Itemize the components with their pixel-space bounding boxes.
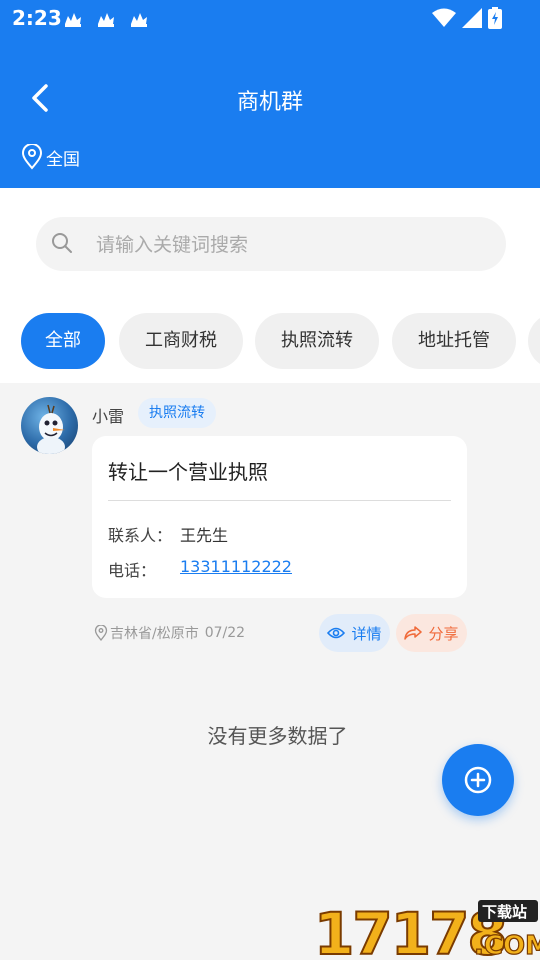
eye-icon — [327, 627, 346, 639]
post-date: 07/22 — [204, 625, 246, 641]
location-pin-icon — [21, 144, 43, 170]
location-selector[interactable]: 全国 — [20, 144, 80, 170]
watermark-sub: 下载站 — [482, 903, 527, 921]
avatar[interactable] — [21, 397, 78, 454]
search-icon — [52, 233, 72, 253]
tab-address-hosting[interactable]: 地址托管 — [392, 313, 516, 369]
post-category-badge: 执照流转 — [138, 398, 216, 428]
location-pin-icon — [94, 625, 108, 641]
tab-all[interactable]: 全部 — [21, 313, 105, 369]
notification-app-icon — [65, 13, 81, 27]
status-bar: 2:23 — [0, 0, 540, 38]
add-post-button[interactable] — [442, 744, 514, 816]
list-end-text: 没有更多数据了 — [207, 724, 348, 748]
share-label: 分享 — [428, 624, 459, 643]
phone-link[interactable]: 13311112222 — [180, 557, 292, 576]
status-time: 2:23 — [12, 6, 62, 30]
share-icon — [404, 626, 423, 640]
add-circle-icon — [464, 766, 492, 794]
watermark-logo: 17178 下载站 .COM — [314, 899, 540, 960]
contact-name: 王先生 — [180, 526, 229, 545]
tab-business-tax[interactable]: 工商财税 — [119, 313, 243, 369]
post-username: 小雷 — [92, 407, 125, 426]
tab-license-transfer[interactable]: 执照流转 — [255, 313, 379, 369]
app-header: 2:23 商机群 全国 — [0, 0, 540, 188]
post-title: 转让一个营业执照 — [108, 460, 268, 484]
avatar-snowman-image — [37, 404, 65, 454]
post-card[interactable]: 转让一个营业执照 联系人： 王先生 电话： 13311112222 — [92, 436, 467, 598]
card-divider — [108, 500, 451, 501]
search-area — [0, 188, 540, 292]
battery-charging-icon — [488, 7, 502, 29]
search-bar[interactable] — [36, 217, 506, 271]
detail-label: 详情 — [351, 624, 382, 643]
contact-label: 联系人： — [108, 526, 173, 545]
post-meta: 吉林省/松原市 07/22 — [94, 623, 245, 643]
detail-button[interactable]: 详情 — [319, 614, 390, 652]
tab-more-partial[interactable] — [528, 313, 540, 369]
notification-app-icon — [98, 13, 114, 27]
category-tabs: 全部 工商财税 执照流转 地址托管 — [0, 292, 540, 383]
wifi-icon — [432, 8, 456, 27]
page-title: 商机群 — [236, 90, 303, 115]
search-input[interactable] — [94, 227, 498, 263]
notification-app-icon — [131, 13, 147, 27]
cell-signal-icon — [462, 8, 482, 28]
watermark-domain: .COM — [474, 931, 540, 960]
share-button[interactable]: 分享 — [396, 614, 467, 652]
phone-label: 电话： — [108, 561, 157, 580]
post-location: 吉林省/松原市 — [110, 626, 199, 642]
location-label: 全国 — [46, 149, 80, 170]
